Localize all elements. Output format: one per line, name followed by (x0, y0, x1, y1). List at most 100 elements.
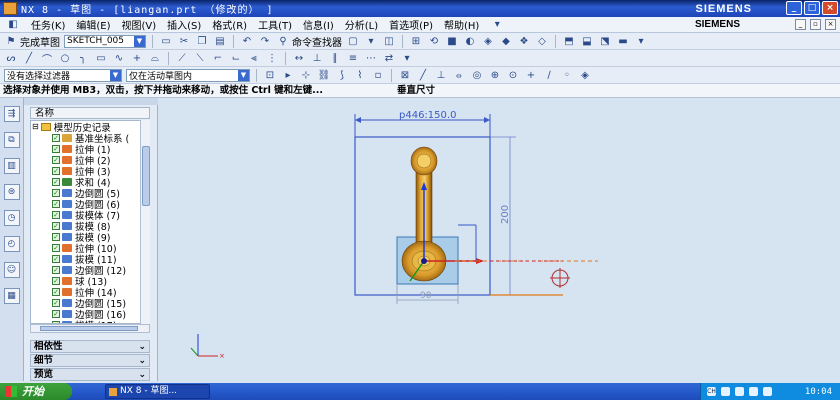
snap-perp-icon[interactable]: ⊥ (434, 69, 448, 82)
paste-icon[interactable]: ▤ (213, 35, 227, 48)
wireframe-icon[interactable]: ◐ (463, 35, 477, 48)
edit-section-icon[interactable]: ◆ (499, 35, 513, 48)
feature-checkbox[interactable]: ✓ (52, 144, 60, 153)
feature-checkbox[interactable]: ✓ (52, 210, 60, 219)
panel-preview[interactable]: 预览 ⌄ (30, 368, 150, 381)
navigator-vscroll-thumb[interactable] (142, 146, 150, 206)
taskbar-nx-task[interactable]: NX 8 - 草图... (105, 384, 210, 399)
security-icon[interactable] (749, 387, 758, 396)
selection-filter-dropdown[interactable]: 没有选择过滤器 ▼ (4, 68, 122, 82)
navigator-grip[interactable] (24, 98, 158, 105)
internet-icon[interactable]: ⊜ (3, 184, 20, 200)
navigator-hscroll-thumb[interactable] (40, 326, 138, 331)
arc-icon[interactable]: ⌒ (40, 52, 54, 66)
spline-icon[interactable]: ∿ (112, 52, 126, 65)
collapse-icon[interactable]: ⊟ (32, 122, 39, 131)
feature-checkbox[interactable]: ✓ (52, 133, 60, 142)
section-view-icon[interactable]: ◈ (481, 35, 495, 48)
taskbar-clock[interactable]: 10:04 (805, 387, 832, 397)
line-icon[interactable]: ╱ (22, 52, 36, 65)
offset-icon[interactable]: ⌓ (148, 52, 162, 65)
menu-task[interactable]: 任务(K) (31, 17, 65, 32)
snap-view-icon[interactable]: ⬔ (598, 35, 612, 48)
command-finder-button[interactable]: ⚲ 命令查找器 (276, 34, 342, 49)
feature-curve-icon[interactable]: ⌇ (353, 69, 367, 82)
circle-icon[interactable]: ○ (58, 52, 72, 65)
snap-intersect-icon[interactable]: ⊕ (488, 69, 502, 82)
lang-indicator[interactable]: CH (707, 387, 716, 396)
more-sketch-tools-icon[interactable]: ▾ (400, 52, 414, 65)
origin-point[interactable] (421, 258, 427, 264)
doc-close-button[interactable]: × (825, 19, 836, 30)
snap-face-icon[interactable]: ◈ (578, 69, 592, 82)
constraint-navigator-icon[interactable]: ▥ (3, 158, 20, 174)
volume-icon[interactable] (735, 387, 744, 396)
redo-icon[interactable]: ↷ (258, 35, 272, 48)
doc-minimize-button[interactable]: _ (795, 19, 806, 30)
selection-box-icon[interactable]: ▢ (346, 35, 360, 48)
feature-checkbox[interactable]: ✓ (52, 298, 60, 307)
snap-point-icon[interactable]: ◦ (560, 69, 574, 82)
fit-view-icon[interactable]: ⊞ (409, 35, 423, 48)
sketch-canvas[interactable]: p446:150.0 200 90 × (158, 98, 840, 381)
feature-checkbox[interactable]: ✓ (52, 221, 60, 230)
start-button[interactable]: 开始 (0, 383, 72, 400)
system-material-icon[interactable]: ▦ (3, 288, 20, 304)
menu-tools[interactable]: 工具(T) (258, 17, 292, 32)
dim-bottom-text[interactable]: 90 (420, 291, 432, 301)
extend-icon[interactable]: ⟍ (193, 52, 207, 65)
menu-preferences[interactable]: 首选项(P) (389, 17, 433, 32)
show-constraints-icon[interactable]: ≡ (346, 52, 360, 65)
snap-arc-icon[interactable]: ∕ (542, 69, 556, 82)
auto-constraint-icon[interactable]: ∥ (328, 52, 342, 65)
snap-tangent-icon[interactable]: ⦵ (452, 69, 466, 82)
menu-format[interactable]: 格式(R) (212, 17, 247, 32)
render-style-icon[interactable]: ◫ (382, 35, 396, 48)
part-navigator-icon[interactable]: ⇶ (3, 106, 20, 122)
feature-checkbox[interactable]: ✓ (52, 177, 60, 186)
analysis-icon[interactable]: ⬓ (580, 35, 594, 48)
undo-icon[interactable]: ↶ (240, 35, 254, 48)
navigator-vscroll[interactable] (140, 120, 150, 324)
select-box-icon[interactable]: ▫ (371, 69, 385, 82)
snap-midpoint-icon[interactable]: + (524, 69, 538, 82)
network-icon[interactable] (721, 387, 730, 396)
constraint-icon[interactable]: ⊥ (310, 52, 324, 65)
finish-sketch-button[interactable]: ⚑ 完成草图 (4, 34, 60, 49)
general-selection-icon[interactable]: ⊡ (263, 69, 277, 82)
reattach-icon[interactable]: ▭ (159, 35, 173, 48)
nx-menu-icon[interactable]: ◧ (6, 18, 20, 31)
feature-checkbox[interactable]: ✓ (52, 232, 60, 241)
more-tools-icon[interactable]: ▾ (634, 35, 648, 48)
curve-rule-icon[interactable]: ⟆ (335, 69, 349, 82)
rectangle-icon[interactable]: ▭ (94, 52, 108, 65)
dropdown-arrow-icon[interactable]: ▾ (364, 35, 378, 48)
maximize-button[interactable]: □ (804, 1, 820, 15)
close-button[interactable]: × (822, 1, 838, 15)
mirror-icon[interactable]: ⫷ (247, 52, 261, 65)
fillet-icon[interactable]: ╮ (76, 52, 90, 65)
layer-icon[interactable]: ◇ (535, 35, 549, 48)
feature-checkbox[interactable]: ✓ (52, 254, 60, 263)
feature-checkbox[interactable]: ✓ (52, 265, 60, 274)
profile-icon[interactable]: ᔕ (4, 52, 18, 65)
selection-scope-dropdown[interactable]: 仅在活动草图内 ▼ (126, 68, 250, 82)
assembly-navigator-icon[interactable]: ⧉ (3, 132, 20, 148)
dimension-icon[interactable]: ↔ (292, 52, 306, 65)
menu-info[interactable]: 信息(I) (303, 17, 334, 32)
convert-reference-icon[interactable]: ⋯ (364, 52, 378, 65)
point-icon[interactable]: + (130, 52, 144, 65)
menu-edit[interactable]: 编辑(E) (76, 17, 110, 32)
copy-icon[interactable]: ❐ (195, 35, 209, 48)
column-header-name[interactable]: 名称 (30, 107, 150, 119)
snap-center-icon[interactable]: ⊙ (506, 69, 520, 82)
doc-restore-button[interactable]: ▫ (810, 19, 821, 30)
panel-details[interactable]: 细节 ⌄ (30, 354, 150, 367)
menu-help[interactable]: 帮助(H) (444, 17, 479, 32)
dim-top-text[interactable]: p446:150.0 (399, 110, 456, 121)
feature-checkbox[interactable]: ✓ (52, 199, 60, 208)
shaded-cube-icon[interactable]: ■ (445, 35, 459, 48)
orient-icon[interactable]: ⬒ (562, 35, 576, 48)
ime-icon[interactable] (763, 387, 772, 396)
nx-app-icon[interactable] (3, 2, 17, 15)
